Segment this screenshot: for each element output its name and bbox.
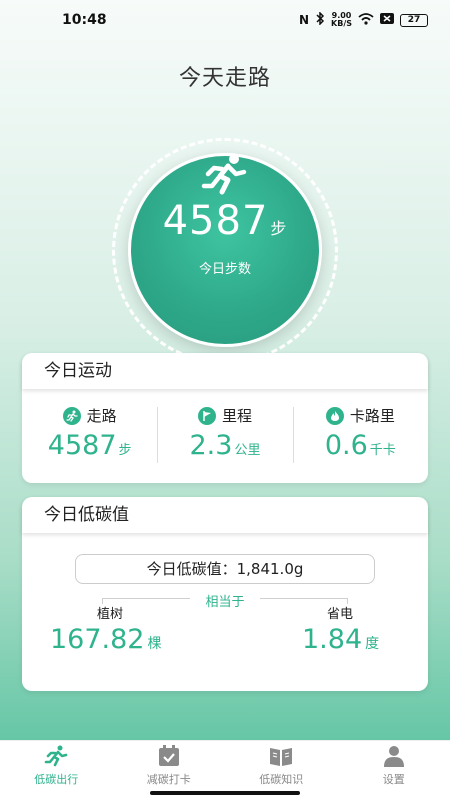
metric-distance-value: 2.3 [189,430,233,461]
sport-metrics: 走路 4587 步 里程 2.3 公里 卡路里 0.6 千卡 [22,405,428,463]
power-label: 省电 [327,607,354,622]
runner-icon [62,406,81,425]
bluetooth-icon [315,11,325,28]
metric-distance-label: 里程 [221,407,252,425]
steps-value: 4587 步 [162,198,288,244]
tree-value: 167.82 棵 [50,624,162,655]
flag-icon [197,406,216,425]
low-carbon-summary: 今日低碳值：1,841.0g [75,554,375,584]
home-indicator [150,791,300,795]
metric-distance: 里程 2.3 公里 [157,405,292,463]
power-unit: 度 [365,636,380,652]
metric-calorie: 卡路里 0.6 千卡 [292,405,428,463]
tab-check-in-label: 减碳打卡 [146,773,191,786]
tab-low-carbon-travel-label: 低碳出行 [34,773,79,786]
tree-unit: 棵 [147,636,162,652]
low-carbon-card: 今日低碳值 今日低碳值：1,841.0g 相当于 植树 省电 167.82 棵 1… [22,497,428,691]
book-icon [269,745,293,767]
status-icons: N 9.00 KB/S 27 [298,11,428,28]
calendar-check-icon [157,745,181,767]
network-speed: 9.00 KB/S [331,11,352,28]
metric-distance-unit: 公里 [234,443,261,458]
metric-walk-unit: 步 [118,443,132,458]
user-icon [382,745,406,767]
metric-calorie-unit: 千卡 [369,443,396,458]
tree-label: 植树 [97,607,124,622]
tab-settings[interactable]: 设置 [338,741,450,800]
metric-calorie-value: 0.6 [324,430,368,461]
today-sport-title: 今日运动 [22,353,428,389]
battery-icon: 27 [400,13,428,27]
metric-walk-label: 走路 [86,407,117,425]
metric-walk-value: 4587 [47,430,117,461]
nfc-icon: N [298,13,310,27]
runner-icon [44,745,68,767]
power-value: 1.84 度 [302,624,380,655]
low-carbon-title: 今日低碳值 [22,497,428,533]
tab-settings-label: 设置 [382,773,405,786]
today-sport-card: 今日运动 走路 4587 步 里程 2.3 公里 卡路里 0.6 千卡 [22,353,428,483]
status-time: 10:48 [62,12,107,28]
steps-label: 今日步数 [198,262,251,277]
wifi-icon [358,12,374,28]
metric-calorie-label: 卡路里 [349,407,395,425]
page-title: 今天走路 [178,66,271,91]
tab-low-carbon-travel[interactable]: 低碳出行 [0,741,113,800]
tab-knowledge-label: 低碳知识 [259,773,304,786]
sim-icon [380,13,394,27]
equivalent-label: 相当于 [190,591,260,610]
metric-walk: 走路 4587 步 [22,405,157,461]
fire-icon [325,406,344,425]
runner-icon [198,152,250,196]
status-bar: 10:48 N 9.00 KB/S 27 [0,0,450,40]
